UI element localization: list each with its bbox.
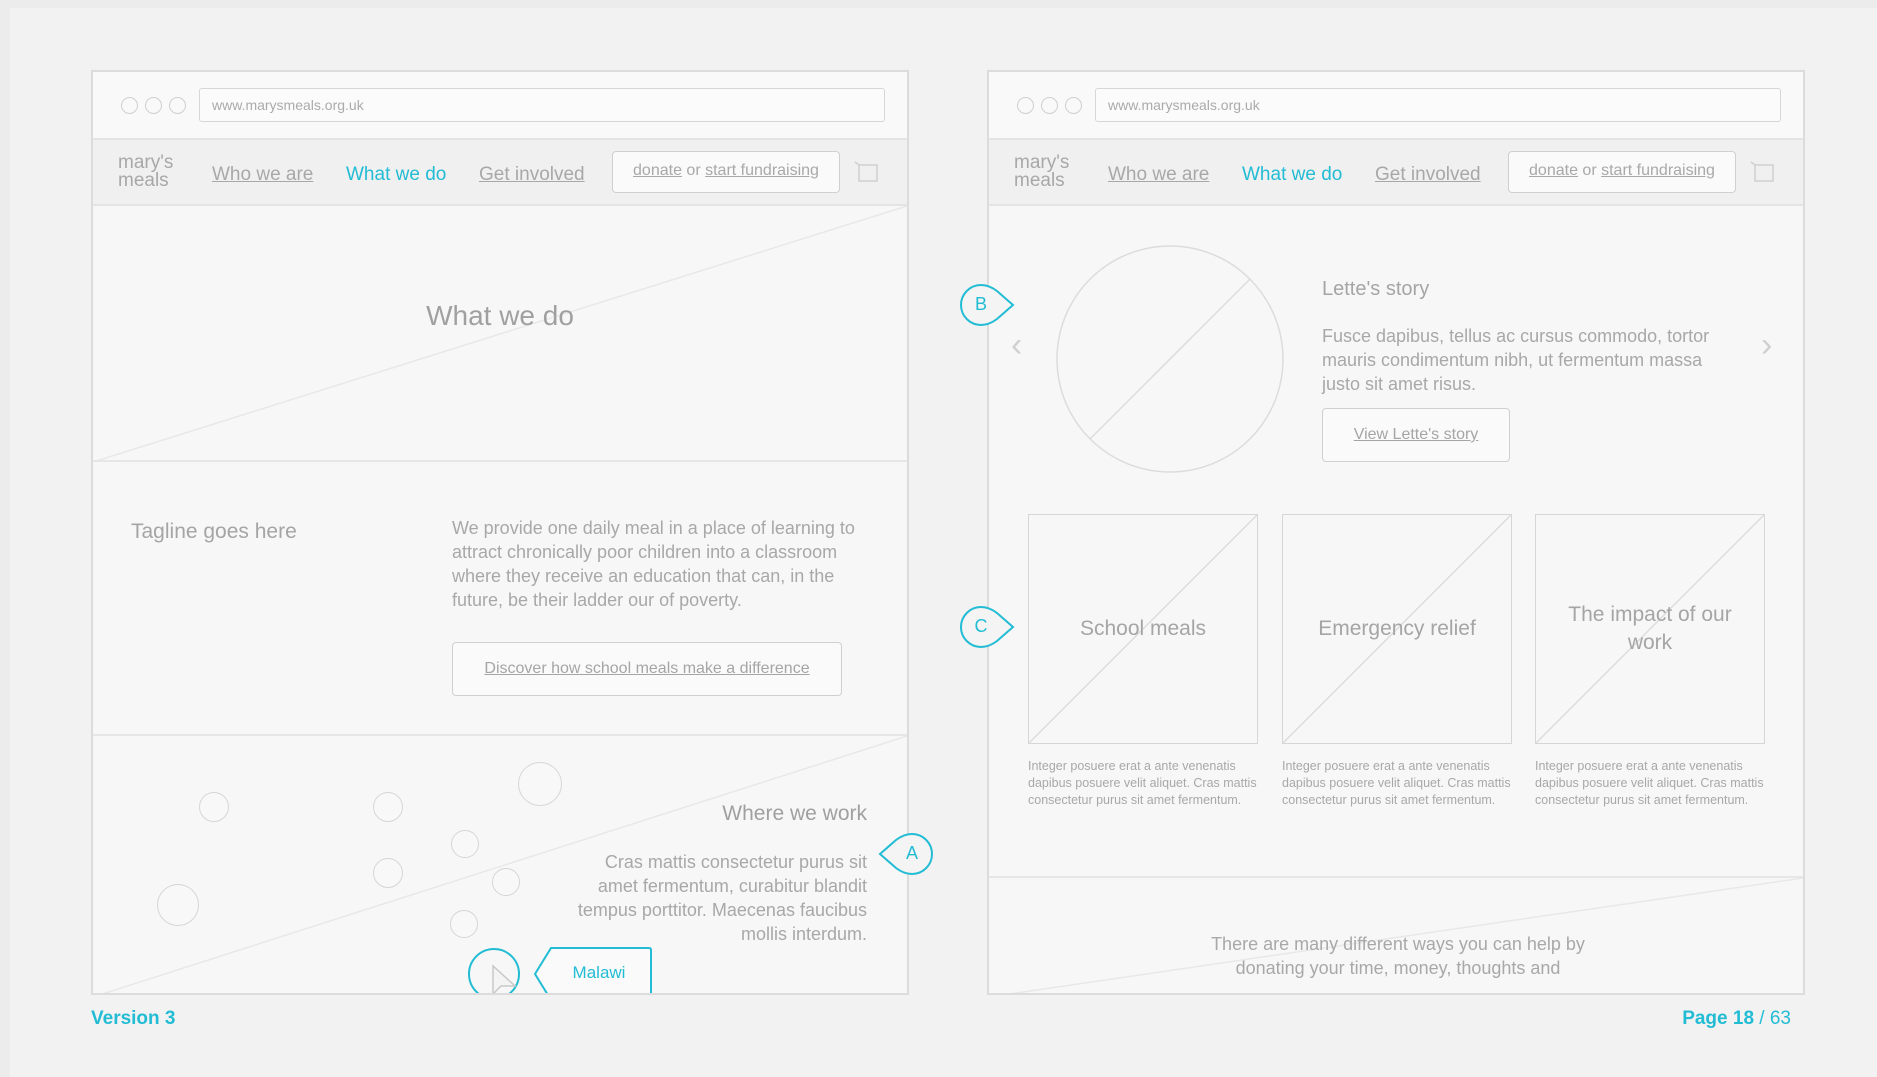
- card-image-placeholder: School meals: [1028, 514, 1258, 744]
- nav-who-we-are[interactable]: Who we are: [212, 164, 313, 186]
- card-text: Integer posuere erat a ante venenatis da…: [1028, 759, 1257, 807]
- nav-get-involved[interactable]: Get involved: [1375, 164, 1481, 186]
- malawi-label: Malawi: [572, 963, 626, 982]
- malawi-tooltip[interactable]: Malawi: [533, 946, 653, 993]
- map-marker[interactable]: [199, 792, 229, 822]
- card-title: School meals: [1079, 617, 1207, 640]
- card-text: Integer posuere erat a ante venenatis da…: [1282, 759, 1511, 807]
- nav-who-we-are[interactable]: Who we are: [1108, 164, 1209, 186]
- where-we-work-section: Where we work Cras mattis consectetur pu…: [93, 734, 907, 993]
- card-impact[interactable]: The impact of our work Integer posuere e…: [1535, 514, 1765, 809]
- cards-section: School meals Integer posuere erat a ante…: [989, 514, 1803, 844]
- annotation-a: A: [878, 832, 934, 876]
- site-logo[interactable]: mary's meals: [1014, 153, 1094, 190]
- map-marker[interactable]: [492, 868, 520, 896]
- window-dot-icon[interactable]: [145, 97, 162, 114]
- story-title: Lette's story: [1322, 278, 1430, 300]
- cursor-icon: [492, 964, 517, 993]
- address-bar[interactable]: www.marysmeals.org.uk: [199, 88, 885, 122]
- page-total: / 63: [1759, 1008, 1791, 1029]
- where-we-work-title: Where we work: [722, 802, 867, 825]
- annotation-a-label: A: [905, 843, 918, 863]
- map-marker[interactable]: [373, 858, 403, 888]
- view-story-button[interactable]: View Lette's story: [1322, 408, 1510, 462]
- map-marker[interactable]: [518, 762, 562, 806]
- annotation-b: B: [959, 283, 1015, 327]
- card-title: The impact of our work: [1568, 603, 1732, 654]
- page-current: Page 18: [1682, 1008, 1755, 1029]
- help-section: There are many different ways you can he…: [989, 876, 1803, 993]
- donate-fundraising-button[interactable]: donate or start fundraising: [1508, 151, 1736, 193]
- wireframe-what-we-do: www.marysmeals.org.uk mary's meals Who w…: [91, 70, 909, 995]
- site-nav: mary's meals Who we are What we do Get i…: [93, 140, 907, 206]
- map-marker[interactable]: [157, 884, 199, 926]
- card-text: Integer posuere erat a ante venenatis da…: [1535, 759, 1764, 807]
- nav-what-we-do[interactable]: What we do: [1242, 164, 1342, 186]
- story-text: Fusce dapibus, tellus ac cursus commodo,…: [1322, 326, 1710, 394]
- wireframe-home-content: www.marysmeals.org.uk mary's meals Who w…: [987, 70, 1805, 995]
- donate-or-text: or: [1582, 162, 1597, 179]
- tagline: Tagline goes here: [131, 520, 297, 543]
- browser-chrome: www.marysmeals.org.uk: [93, 72, 907, 140]
- map-marker[interactable]: [451, 830, 479, 858]
- donate-link[interactable]: donate: [1529, 162, 1578, 179]
- where-we-work-text: Cras mattis consectetur purus sit amet f…: [577, 852, 867, 944]
- map-marker[interactable]: [373, 792, 403, 822]
- card-school-meals[interactable]: School meals Integer posuere erat a ante…: [1028, 514, 1258, 809]
- annotation-c-label: C: [974, 616, 988, 636]
- hero-title: What we do: [426, 300, 574, 331]
- story-image-placeholder: [1056, 245, 1284, 473]
- carousel-prev-icon[interactable]: ‹: [1011, 326, 1022, 365]
- fundraising-link[interactable]: start fundraising: [1601, 162, 1715, 179]
- card-title: Emergency relief: [1318, 617, 1476, 640]
- intro-text: We provide one daily meal in a place of …: [452, 518, 855, 610]
- help-text: There are many different ways you can he…: [1211, 934, 1585, 978]
- card-image-placeholder: The impact of our work: [1535, 514, 1765, 744]
- annotation-b-label: B: [974, 294, 987, 314]
- nav-what-we-do[interactable]: What we do: [346, 164, 446, 186]
- image-placeholder: [93, 206, 907, 462]
- fundraising-link[interactable]: start fundraising: [705, 162, 819, 179]
- discover-button[interactable]: Discover how school meals make a differe…: [452, 642, 842, 696]
- window-dot-icon[interactable]: [1017, 97, 1034, 114]
- address-bar[interactable]: www.marysmeals.org.uk: [1095, 88, 1781, 122]
- basket-icon[interactable]: [853, 160, 879, 184]
- map-marker[interactable]: [450, 910, 478, 938]
- basket-icon[interactable]: [1749, 160, 1775, 184]
- story-carousel: ‹ Lette's story Fusce dapibus, tellus ac…: [989, 206, 1803, 506]
- window-dot-icon[interactable]: [121, 97, 138, 114]
- window-dot-icon[interactable]: [1065, 97, 1082, 114]
- intro-section: Tagline goes here We provide one daily m…: [93, 464, 907, 734]
- version-label: Version 3: [91, 1008, 176, 1029]
- card-image-placeholder: Emergency relief: [1282, 514, 1512, 744]
- page-number: Page 18 / 63: [1682, 1008, 1791, 1030]
- browser-chrome: www.marysmeals.org.uk: [989, 72, 1803, 140]
- window-dot-icon[interactable]: [1041, 97, 1058, 114]
- donate-fundraising-button[interactable]: donate or start fundraising: [612, 151, 840, 193]
- window-dot-icon[interactable]: [169, 97, 186, 114]
- annotation-c: C: [959, 605, 1015, 649]
- donate-link[interactable]: donate: [633, 162, 682, 179]
- carousel-next-icon[interactable]: ›: [1761, 326, 1772, 365]
- site-logo[interactable]: mary's meals: [118, 153, 198, 190]
- nav-get-involved[interactable]: Get involved: [479, 164, 585, 186]
- card-emergency-relief[interactable]: Emergency relief Integer posuere erat a …: [1282, 514, 1512, 809]
- donate-or-text: or: [686, 162, 701, 179]
- site-nav: mary's meals Who we are What we do Get i…: [989, 140, 1803, 206]
- hero-section: What we do: [93, 206, 907, 462]
